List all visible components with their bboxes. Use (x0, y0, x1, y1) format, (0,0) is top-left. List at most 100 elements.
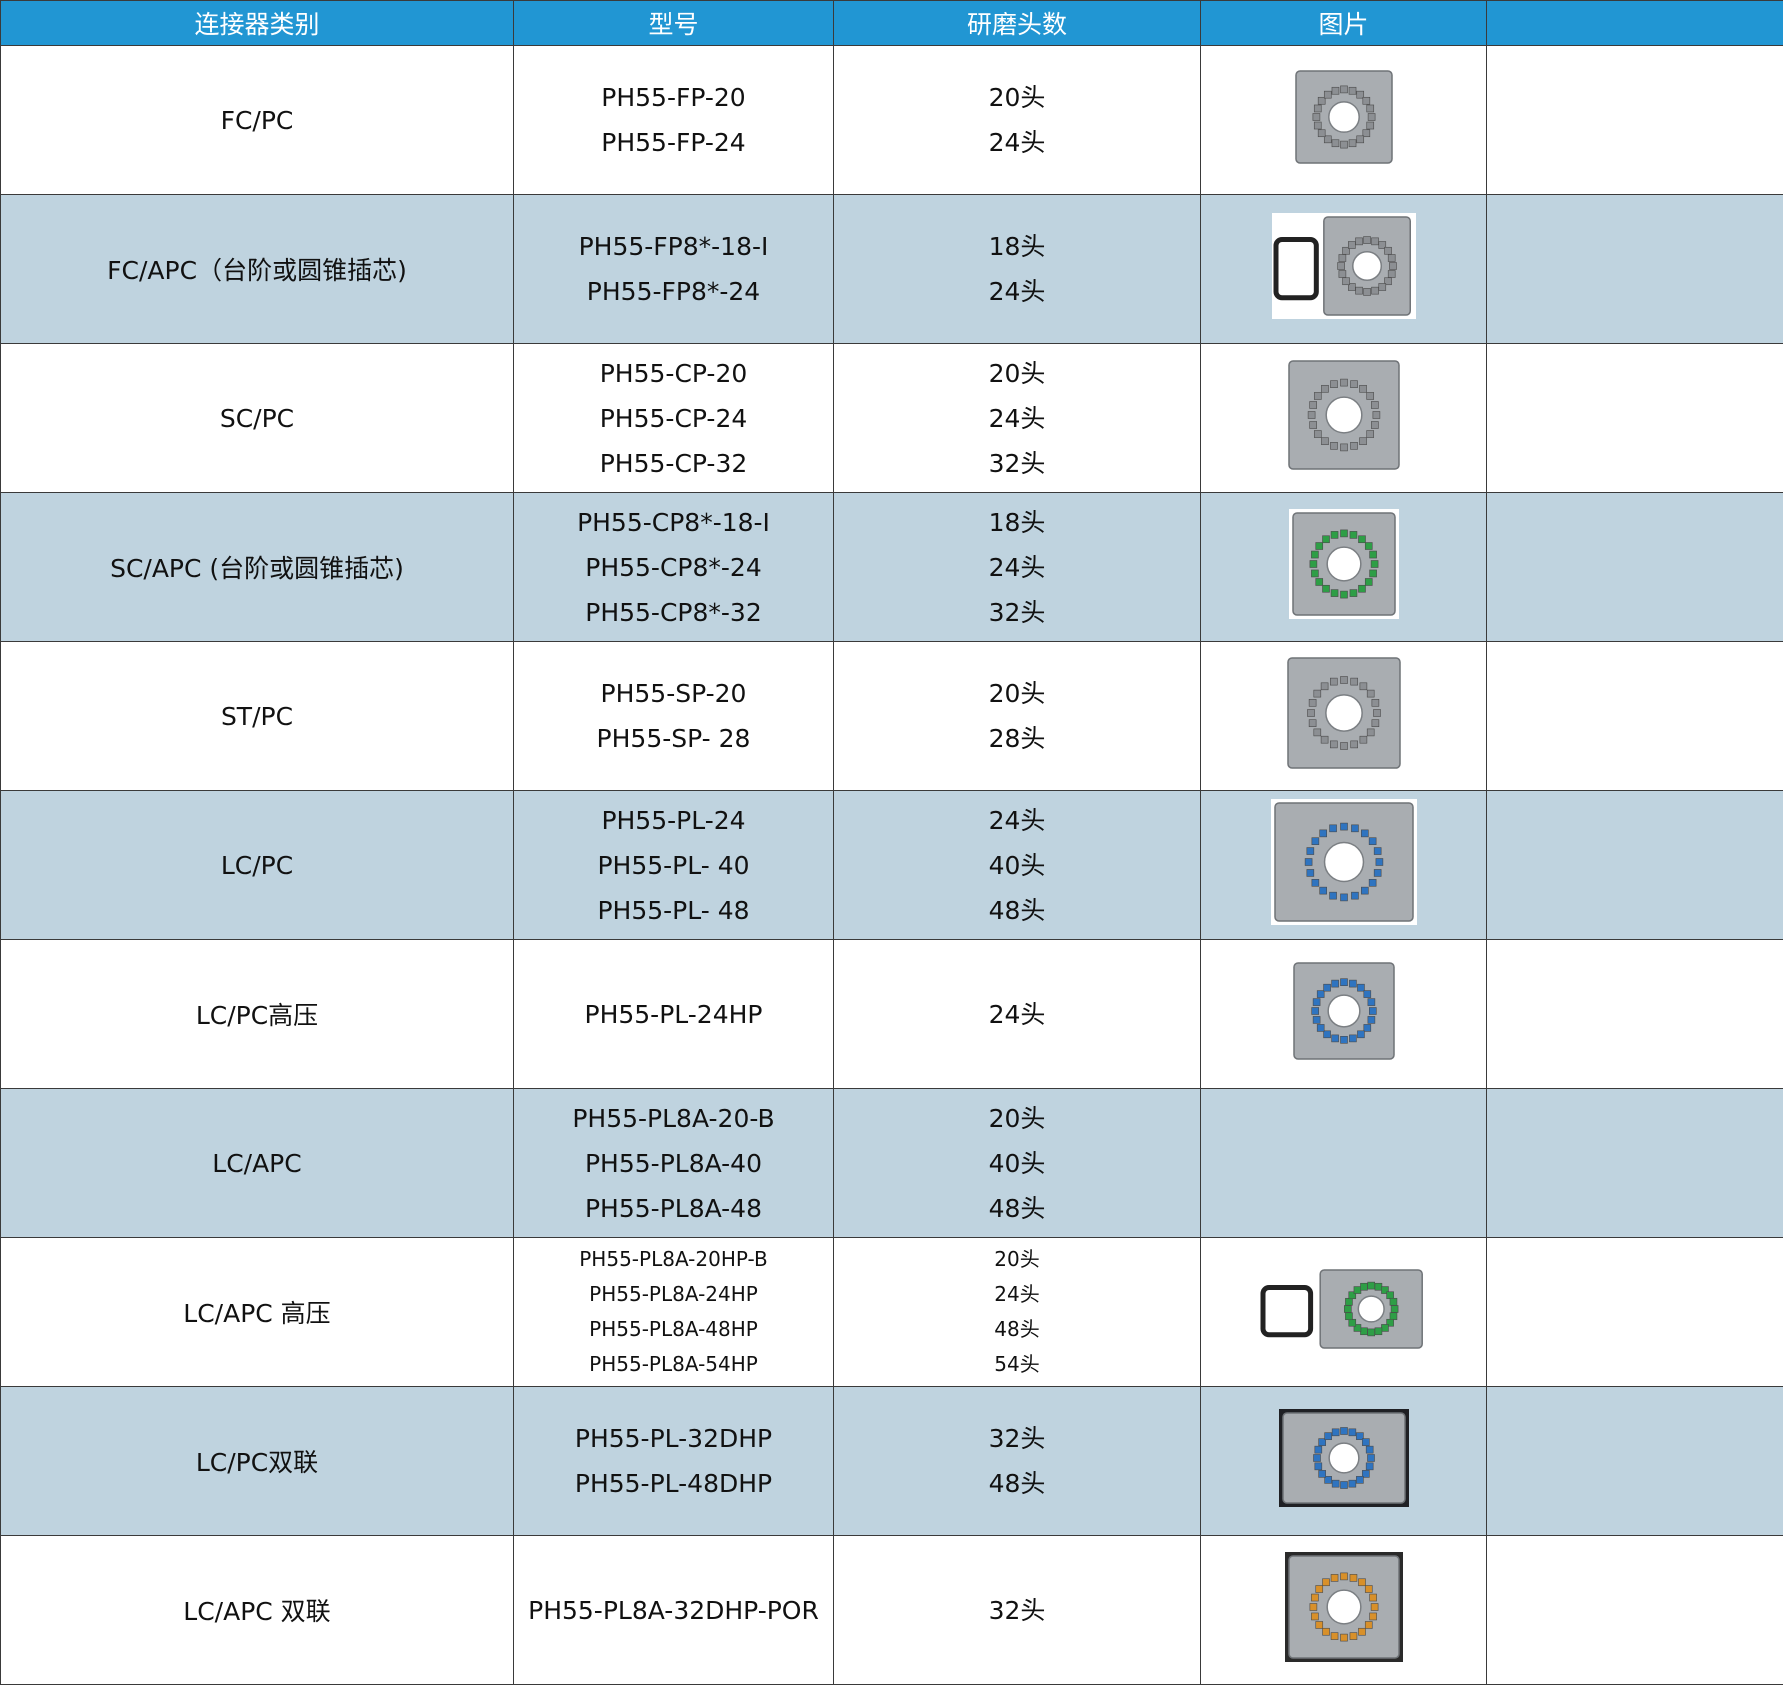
category-cell: FC/APC（台阶或圆锥插芯) (0, 194, 514, 344)
head-count: 18头 (988, 232, 1046, 261)
extra-cell (1486, 1088, 1783, 1238)
heads-cell: 18头 24头 (833, 194, 1201, 344)
model-cell: PH55-SP-20 PH55-SP- 28 (513, 641, 834, 791)
head-count: 18头 (988, 507, 1046, 537)
table-row: SC/APC (台阶或圆锥插芯) PH55-CP8*-18-I PH55-CP8*-… (0, 492, 1783, 642)
head-count: 32头 (988, 448, 1046, 478)
table-row: SC/PC PH55-CP-20 PH55-CP-24 PH55-CP-32 20头 24… (0, 343, 1783, 493)
category-cell: LC/PC高压 (0, 939, 514, 1089)
head-count: 28头 (988, 724, 1046, 753)
model-cell: PH55-PL8A-32DHP-POR (513, 1535, 834, 1685)
model-number: PH55-PL8A-20-B (572, 1103, 775, 1133)
category-cell: LC/APC (0, 1088, 514, 1238)
model-cell: PH55-PL8A-20HP-B PH55-PL8A-24HP PH55-PL8A-… (513, 1237, 834, 1387)
image-cell (1200, 641, 1487, 791)
image-cell (1200, 939, 1487, 1089)
head-count: 24头 (988, 277, 1046, 306)
table-row: FC/PC PH55-FP-20 PH55-FP-24 20头 24头 (0, 45, 1783, 195)
extra-cell (1486, 1237, 1783, 1387)
model-number: PH55-FP8*-18-I (578, 232, 769, 261)
head-count: 54头 (994, 1352, 1040, 1376)
model-number: PH55-PL8A-20HP-B (579, 1247, 768, 1271)
head-count: 48头 (994, 1317, 1040, 1341)
image-cell (1200, 1535, 1487, 1685)
model-cell: PH55-CP-20 PH55-CP-24 PH55-CP-32 (513, 343, 834, 493)
extra-cell (1486, 194, 1783, 344)
extra-cell (1486, 45, 1783, 195)
head-count: 24头 (988, 128, 1046, 157)
model-number: PH55-PL8A-40 (584, 1148, 762, 1178)
header-model: 型号 (513, 0, 834, 46)
model-number: PH55-FP-20 (601, 83, 746, 112)
model-number: PH55-CP-24 (599, 403, 748, 433)
head-count: 20头 (988, 1103, 1046, 1133)
model-cell: PH55-CP8*-18-I PH55-CP8*-24 PH55-CP8*-32 (513, 492, 834, 642)
head-count: 48头 (988, 1469, 1046, 1498)
image-cell (1200, 343, 1487, 493)
head-count: 20头 (988, 358, 1046, 388)
connector-spec-table: 连接器类别 型号 研磨头数 图片 FC/PC PH55-FP-20 PH55-FP-… (0, 0, 1783, 1685)
table-row: LC/APC 双联 PH55-PL8A-32DHP-POR 32头 (0, 1535, 1783, 1685)
head-count: 40头 (988, 1148, 1046, 1178)
model-cell: PH55-PL8A-20-B PH55-PL8A-40 PH55-PL8A-48 (513, 1088, 834, 1238)
fixture-photo-green-with-handle (1258, 1266, 1429, 1352)
model-number: PH55-CP8*-24 (585, 552, 762, 582)
model-number: PH55-PL8A-48HP (589, 1317, 758, 1341)
model-number: PH55-PL-24 (601, 805, 746, 835)
image-cell (1200, 1088, 1487, 1238)
category-cell: LC/APC 高压 (0, 1237, 514, 1387)
heads-cell: 24头 40头 48头 (833, 790, 1201, 940)
heads-cell: 20头 24头 48头 54头 (833, 1237, 1201, 1387)
image-cell (1200, 1386, 1487, 1536)
heads-cell: 32头 48头 (833, 1386, 1201, 1536)
head-count: 20头 (988, 679, 1046, 708)
heads-cell: 20头 24头 (833, 45, 1201, 195)
model-number: PH55-PL-48DHP (574, 1469, 773, 1498)
category-cell: SC/APC (台阶或圆锥插芯) (0, 492, 514, 642)
heads-cell: 20头 40头 48头 (833, 1088, 1201, 1238)
header-row: 连接器类别 型号 研磨头数 图片 (0, 0, 1783, 46)
category-cell: LC/APC 双联 (0, 1535, 514, 1685)
model-number: PH55-CP-32 (599, 448, 748, 478)
header-category: 连接器类别 (0, 0, 514, 46)
fixture-photo-gray (1291, 67, 1396, 167)
model-number: PH55-PL8A-32DHP-POR (528, 1595, 819, 1625)
heads-cell: 20头 24头 32头 (833, 343, 1201, 493)
model-number: PH55-CP-20 (599, 358, 748, 388)
model-number: PH55-FP-24 (601, 128, 746, 157)
extra-cell (1486, 343, 1783, 493)
head-count: 24头 (988, 552, 1046, 582)
head-count: 32头 (988, 1595, 1046, 1625)
table-row: LC/APC PH55-PL8A-20-B PH55-PL8A-40 PH55-PL8… (0, 1088, 1783, 1238)
fixture-photo-green (1288, 509, 1399, 619)
image-cell (1200, 1237, 1487, 1387)
model-number: PH55-PL8A-54HP (589, 1352, 758, 1376)
fixture-photo-blue (1289, 959, 1398, 1063)
head-count: 32头 (988, 597, 1046, 627)
head-count: 24头 (994, 1282, 1040, 1306)
heads-cell: 20头 28头 (833, 641, 1201, 791)
image-cell (1200, 194, 1487, 344)
head-count: 32头 (988, 1424, 1046, 1453)
extra-cell (1486, 1386, 1783, 1536)
heads-cell: 32头 (833, 1535, 1201, 1685)
table-row: ST/PC PH55-SP-20 PH55-SP- 28 20头 28头 (0, 641, 1783, 791)
image-cell (1200, 790, 1487, 940)
fixture-photo-dark (1278, 1409, 1409, 1507)
fixture-photo-gray (1283, 654, 1404, 772)
table-row: LC/PC高压 PH55-PL-24HP 24头 (0, 939, 1783, 1089)
model-number: PH55-PL-32DHP (574, 1424, 773, 1453)
model-number: PH55-PL8A-24HP (589, 1282, 758, 1306)
category-cell: LC/PC (0, 790, 514, 940)
head-count: 20头 (994, 1247, 1040, 1271)
header-heads: 研磨头数 (833, 0, 1201, 46)
category-cell: ST/PC (0, 641, 514, 791)
table-row: LC/APC 高压 PH55-PL8A-20HP-B PH55-PL8A-24HP P… (0, 1237, 1783, 1387)
head-count: 48头 (988, 1193, 1046, 1223)
fixture-photo-with-handle (1271, 213, 1416, 319)
model-number: PH55-PL- 48 (597, 895, 750, 925)
category-cell: SC/PC (0, 343, 514, 493)
model-number: PH55-CP8*-18-I (577, 507, 770, 537)
category-cell: FC/PC (0, 45, 514, 195)
table-row: LC/PC双联 PH55-PL-32DHP PH55-PL-48DHP 32头 48头 (0, 1386, 1783, 1536)
